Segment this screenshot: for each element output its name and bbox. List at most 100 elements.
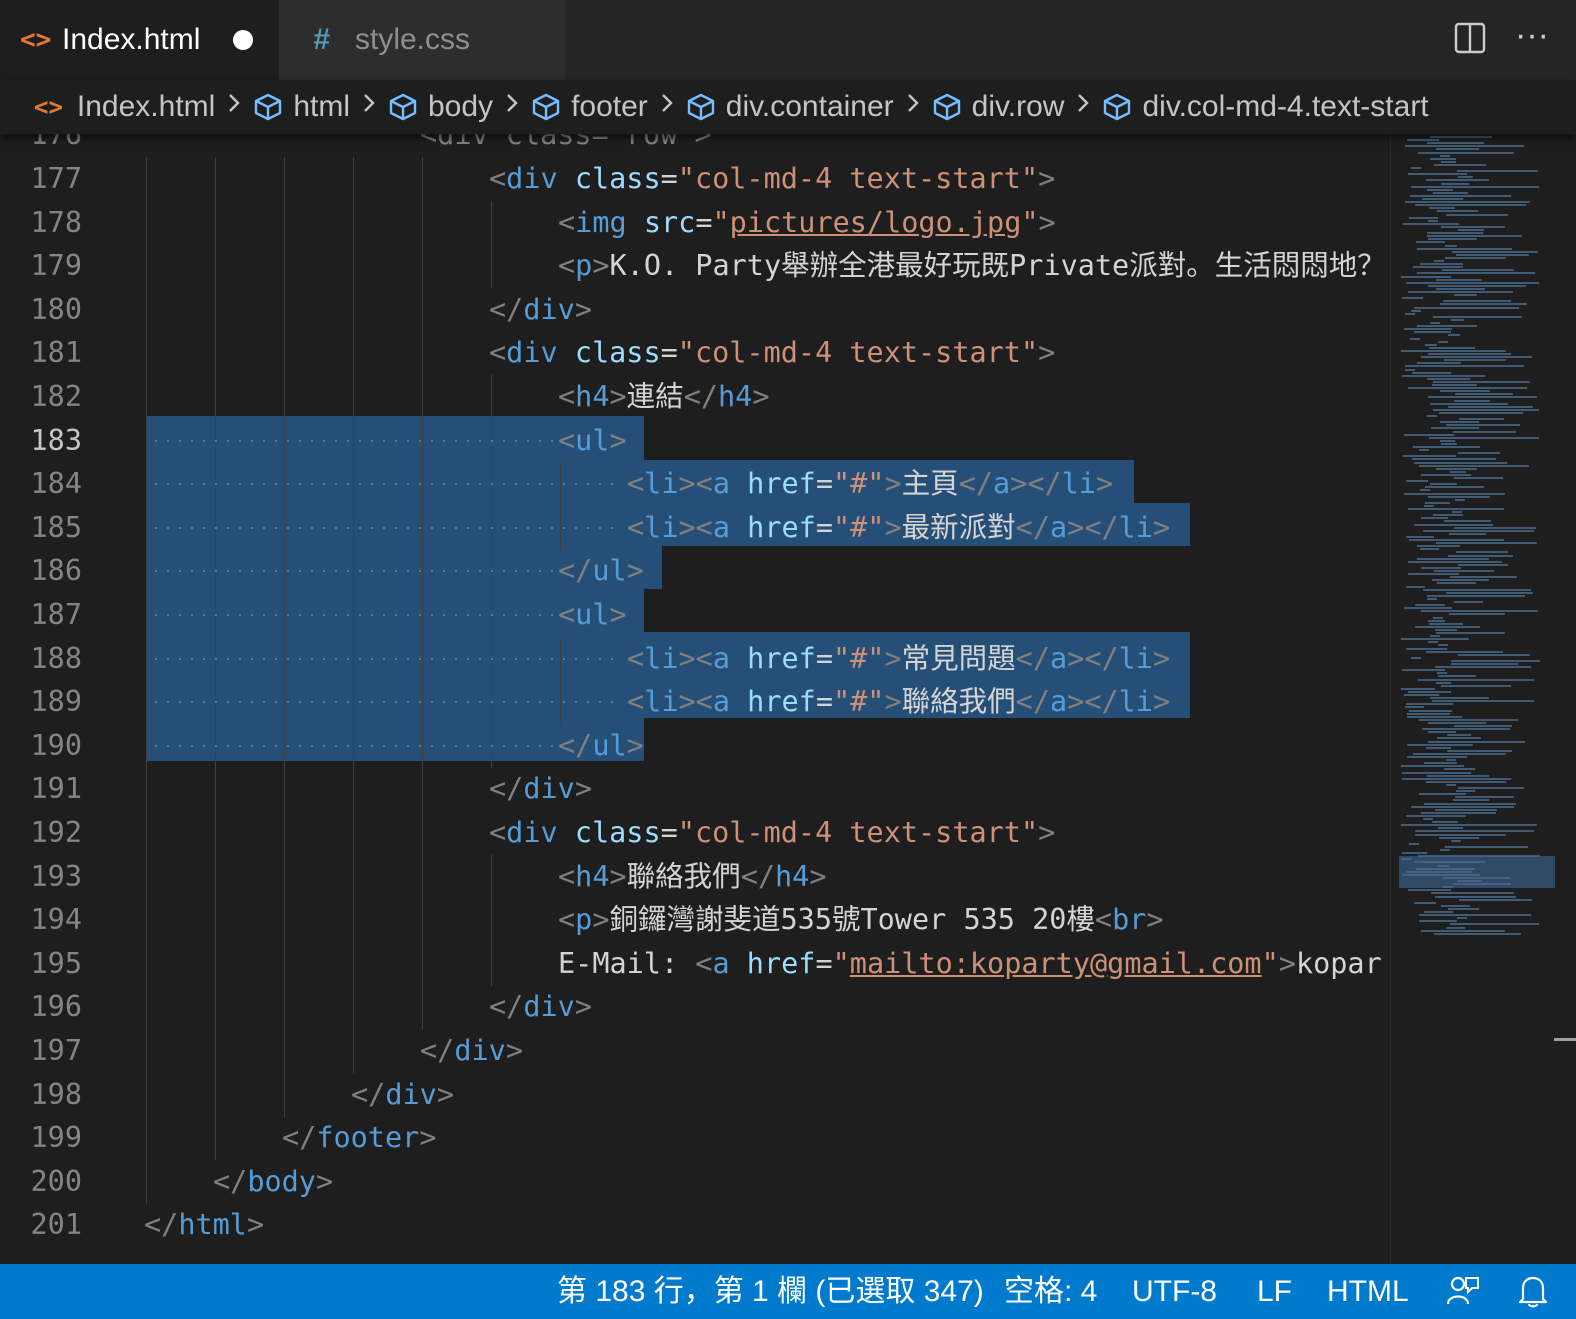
code-line[interactable]: 179 <p>K.O. Party舉辦全港最好玩既Private派對。生活悶悶地？ xyxy=(0,244,1390,289)
indent-guide xyxy=(284,985,285,1030)
code-token: </ xyxy=(351,1077,386,1111)
code-text: <h4>連結</h4> xyxy=(558,375,770,419)
breadcrumb-item[interactable]: html xyxy=(253,90,350,124)
code-line[interactable]: 194 <p>銅鑼灣謝斐道535號Tower 535 20樓<br> xyxy=(0,898,1390,943)
whitespace-render xyxy=(150,701,623,704)
code-line[interactable]: 176 <div class="row"> xyxy=(0,134,1390,157)
code-token: li xyxy=(644,685,679,719)
notifications-bell-icon[interactable] xyxy=(1516,1273,1550,1309)
code-line[interactable]: 185 <li><a href="#">最新派對</a></li> xyxy=(0,505,1390,550)
indent-guide xyxy=(146,854,147,899)
minimap-code-line xyxy=(1455,796,1514,799)
code-line[interactable]: 191 </div> xyxy=(0,767,1390,812)
code-token: h4 xyxy=(775,859,810,893)
code-token: href xyxy=(747,510,816,544)
code-line[interactable]: 201 </html> xyxy=(0,1203,1390,1247)
code-line[interactable]: 190 </ul> xyxy=(0,723,1390,768)
minimap-code-line xyxy=(1448,334,1460,337)
code-token: "col-md-4 text-start" xyxy=(677,336,1039,370)
minimap-code-line xyxy=(1411,656,1421,659)
code-line[interactable]: 198 </div> xyxy=(0,1072,1390,1117)
tab-index-html[interactable]: <> Index.html xyxy=(0,0,279,80)
minimap-code-line xyxy=(1424,802,1516,805)
minimap-code-line xyxy=(1446,926,1465,929)
minimap-code-line xyxy=(1406,585,1425,588)
breadcrumb-item[interactable]: <> Index.html xyxy=(34,90,215,124)
code-editor[interactable]: 176 <div class="row"> 177 <div class="col-m… xyxy=(0,134,1390,1264)
code-line[interactable]: 200 </body> xyxy=(0,1159,1390,1204)
code-line[interactable]: 188 <li><a href="#">常見問題</a></li> xyxy=(0,636,1390,681)
code-token: a xyxy=(992,467,1011,501)
code-line[interactable]: 181 <div class="col-md-4 text-start"> xyxy=(0,331,1390,376)
tab-style-css[interactable]: # style.css xyxy=(279,0,565,80)
minimap-code-line xyxy=(1453,430,1516,433)
code-line[interactable]: 182 <h4>連結</h4> xyxy=(0,375,1390,419)
code-line[interactable]: 186 </ul> xyxy=(0,549,1390,594)
eol-status[interactable]: LF xyxy=(1257,1264,1292,1319)
code-line[interactable]: 178 <img src="pictures/logo.jpg"> xyxy=(0,200,1390,245)
code-token: > xyxy=(574,990,592,1024)
code-line[interactable]: 177 <div class="col-md-4 text-start"> xyxy=(0,157,1390,201)
minimap-code-line xyxy=(1424,911,1453,913)
code-token: = xyxy=(695,205,713,239)
code-token: = xyxy=(660,162,678,195)
minimap-code-line xyxy=(1458,229,1484,231)
minimap-code-line xyxy=(1413,752,1506,755)
code-token: class xyxy=(574,162,661,195)
indentation-status[interactable]: 空格: 4 xyxy=(1004,1264,1097,1319)
indent-guide xyxy=(422,287,423,332)
code-line[interactable]: 199 </footer> xyxy=(0,1116,1390,1161)
code-line[interactable]: 187 <ul> xyxy=(0,593,1390,637)
feedback-icon[interactable] xyxy=(1446,1274,1480,1308)
code-line[interactable]: 184 <li><a href="#">主頁</a></li> xyxy=(0,462,1390,507)
indent-guide xyxy=(353,941,354,986)
minimap-code-line xyxy=(1404,607,1452,610)
code-line[interactable]: 189 <li><a href="#">聯絡我們</a></li> xyxy=(0,680,1390,725)
code-token: = xyxy=(660,816,678,849)
breadcrumb-item[interactable]: body xyxy=(388,90,493,124)
minimap[interactable] xyxy=(1390,134,1576,1264)
breadcrumb-separator-chevron-icon xyxy=(1064,88,1102,126)
code-line[interactable]: 193 <h4>聯絡我們</h4> xyxy=(0,854,1390,899)
code-token: > xyxy=(592,903,610,937)
indent-guide xyxy=(215,985,216,1030)
scrollbar-position-marker[interactable] xyxy=(1554,1038,1576,1041)
breadcrumb-item[interactable]: footer xyxy=(531,90,648,124)
minimap-code-line xyxy=(1459,898,1532,901)
language-mode-status[interactable]: HTML xyxy=(1327,1264,1409,1319)
unsaved-dot-icon[interactable] xyxy=(233,30,253,50)
code-line[interactable]: 197 </div> xyxy=(0,1029,1390,1073)
cursor-position-status[interactable]: 第 183 行，第 1 欄 (已選取 347) xyxy=(557,1264,984,1319)
encoding-status[interactable]: UTF-8 xyxy=(1132,1264,1217,1319)
line-number: 182 xyxy=(30,380,82,413)
code-line[interactable]: 192 <div class="col-md-4 text-start"> xyxy=(0,811,1390,855)
code-token: ></ xyxy=(1067,510,1119,544)
code-token: "#" xyxy=(832,685,885,719)
minimap-code-line xyxy=(1409,539,1504,541)
code-line[interactable]: 183 <ul> xyxy=(0,418,1390,463)
minimap-code-line xyxy=(1459,418,1504,421)
code-token: < xyxy=(695,946,713,980)
breadcrumb-item[interactable]: div.container xyxy=(686,90,894,124)
minimap-code-line xyxy=(1456,253,1529,256)
code-line[interactable]: 196 </div> xyxy=(0,985,1390,1030)
code-text: </div> xyxy=(489,985,592,1029)
code-line[interactable]: 195 E-Mail: <a href="mailto:koparty@gmail… xyxy=(0,941,1390,986)
breadcrumb-separator-chevron-icon xyxy=(648,88,686,126)
breadcrumb-item[interactable]: div.row xyxy=(932,90,1064,124)
line-number: 198 xyxy=(30,1077,82,1111)
code-line[interactable]: 180 </div> xyxy=(0,287,1390,332)
indent-guide xyxy=(284,811,285,855)
line-number: 178 xyxy=(30,205,82,239)
more-actions-icon[interactable]: ··· xyxy=(1512,18,1552,60)
minimap-code-line xyxy=(1443,886,1453,889)
indent-guide xyxy=(146,244,147,289)
minimap-code-line xyxy=(1417,325,1477,328)
minimap-code-line xyxy=(1434,163,1486,166)
minimap-code-line xyxy=(1458,787,1524,789)
split-editor-icon[interactable] xyxy=(1454,22,1486,54)
minimap-code-line xyxy=(1408,690,1451,693)
breadcrumb-item[interactable]: div.col-md-4.text-start xyxy=(1102,90,1429,124)
line-number: 201 xyxy=(30,1208,82,1242)
